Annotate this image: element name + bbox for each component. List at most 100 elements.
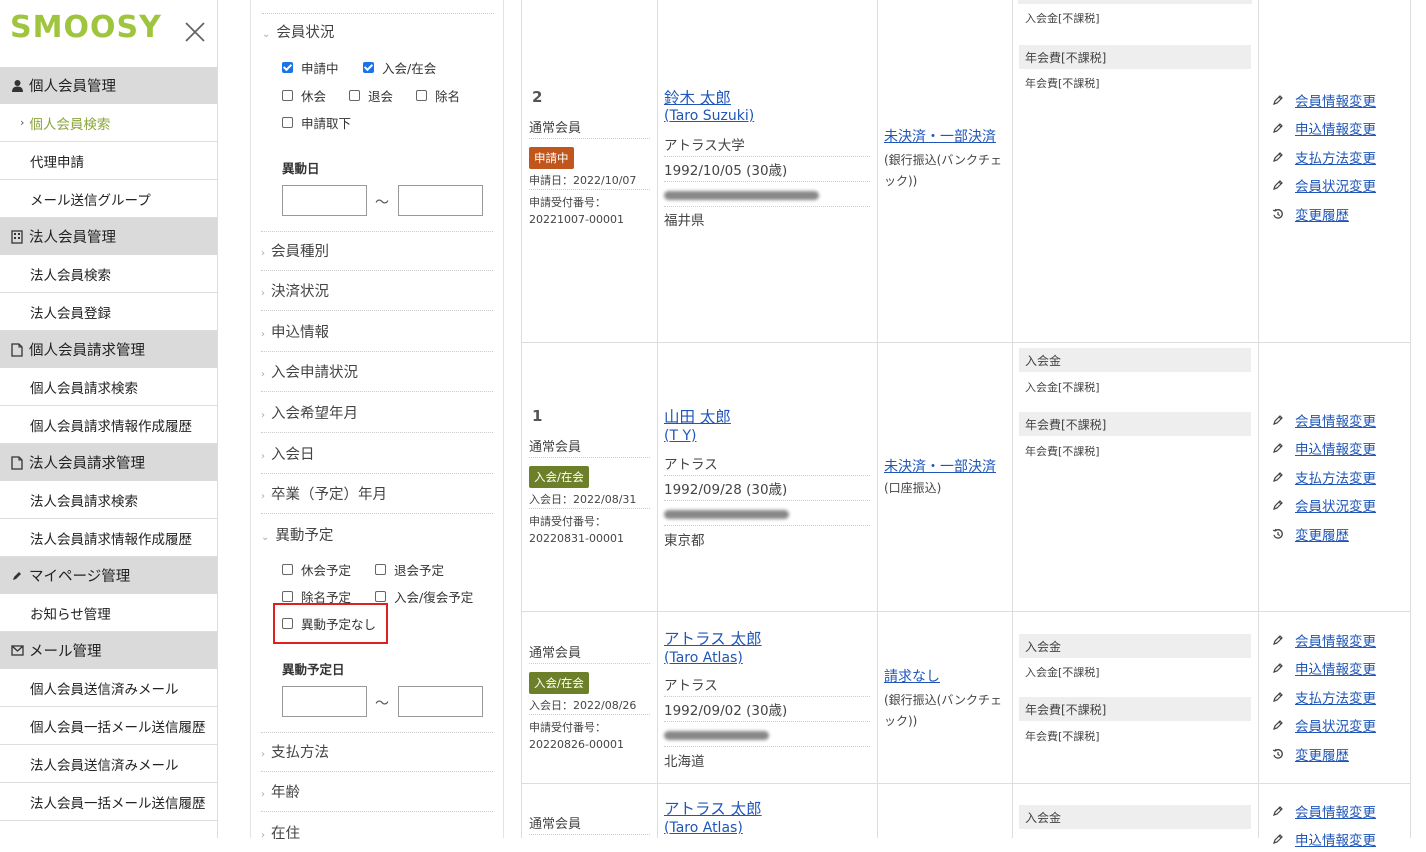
fee-box-top xyxy=(1018,0,1252,4)
edit-application-link[interactable]: 申込情報変更 xyxy=(1270,658,1376,678)
status-checkbox-applying[interactable]: 申請中 xyxy=(282,58,339,77)
edit-application-link[interactable]: 申込情報変更 xyxy=(1270,829,1376,849)
sidebar-item-corp-register[interactable]: 法人会員登録 xyxy=(0,293,217,331)
sidebar-item-news[interactable]: お知らせ管理 xyxy=(0,594,217,632)
filter-member-type[interactable]: › 会員種別 xyxy=(261,240,493,271)
filter-payment-method[interactable]: › 支払方法 xyxy=(261,741,493,772)
change-history-link[interactable]: 変更履歴 xyxy=(1270,524,1349,544)
edit-payment-method-link[interactable]: 支払方法変更 xyxy=(1270,687,1376,707)
status-checkbox-expelled[interactable]: 除名 xyxy=(416,86,460,105)
sidebar-item-personal-sent-mail[interactable]: 個人会員送信済みメール xyxy=(0,669,217,707)
payment-method: (口座振込) xyxy=(884,481,942,495)
member-name-link[interactable]: 山田 太郎 xyxy=(664,405,731,427)
sidebar-section-personal-billing[interactable]: 個人会員請求管理 xyxy=(0,331,217,368)
edit-member-status-link[interactable]: 会員状況変更 xyxy=(1270,715,1376,735)
change-date-to-input[interactable] xyxy=(398,185,483,216)
edit-application-link[interactable]: 申込情報変更 xyxy=(1270,118,1376,138)
status-checkbox-cancelled[interactable]: 申請取下 xyxy=(282,113,351,132)
chevron-down-icon: ⌄ xyxy=(262,29,271,40)
checkbox[interactable] xyxy=(375,564,386,575)
checkbox[interactable] xyxy=(349,90,360,101)
sidebar-section-mail[interactable]: メール管理 xyxy=(0,632,217,669)
checkbox[interactable] xyxy=(363,62,374,73)
member-reading-link[interactable]: (T Y) xyxy=(664,428,696,444)
status-checkbox-withdraw[interactable]: 退会 xyxy=(349,86,393,105)
payment-status-link[interactable]: 未決済・一部決済 xyxy=(884,456,996,476)
sidebar-item-mail-group[interactable]: メール送信グループ xyxy=(0,180,217,218)
sidebar-section-personal[interactable]: 個人会員管理 xyxy=(0,67,217,104)
filter-graduation[interactable]: › 卒業（予定）年月 xyxy=(261,483,493,514)
birthdate: 1992/09/02 (30歳) xyxy=(664,699,870,722)
filter-age[interactable]: › 年齢 xyxy=(261,781,493,812)
filter-admission-status[interactable]: › 入会申請状況 xyxy=(261,361,493,392)
sidebar-section-corporate[interactable]: 法人会員管理 xyxy=(0,218,217,255)
sidebar-item-personal-search[interactable]: › 個人会員検索 xyxy=(0,104,217,142)
edit-payment-method-link[interactable]: 支払方法変更 xyxy=(1270,147,1376,167)
checkbox[interactable] xyxy=(416,90,427,101)
sidebar-item-corp-search[interactable]: 法人会員検索 xyxy=(0,255,217,293)
edit-member-info-link[interactable]: 会員情報変更 xyxy=(1270,410,1376,430)
edit-member-info-link[interactable]: 会員情報変更 xyxy=(1270,630,1376,650)
sidebar-item-personal-bulk-mail[interactable]: 個人会員一括メール送信履歴 xyxy=(0,707,217,745)
member-reading-link[interactable]: (Taro Atlas) xyxy=(664,650,743,666)
change-history-link[interactable]: 変更履歴 xyxy=(1270,744,1349,764)
planned-checkbox-withdraw[interactable]: 退会予定 xyxy=(375,560,444,579)
checkbox[interactable] xyxy=(375,591,386,602)
sidebar-item-corp-bill-history[interactable]: 法人会員請求情報作成履歴 xyxy=(0,519,217,557)
sidebar-item-proxy[interactable]: 代理申請 xyxy=(0,142,217,180)
sidebar-item-corp-bulk-mail[interactable]: 法人会員一括メール送信履歴 xyxy=(0,783,217,821)
status-checkbox-member[interactable]: 入会/在会 xyxy=(363,58,436,77)
sidebar-item-corp-sent-mail[interactable]: 法人会員送信済みメール xyxy=(0,745,217,783)
filter-payment-status[interactable]: › 決済状況 xyxy=(261,280,493,311)
member-type: 通常会員 xyxy=(529,642,650,664)
sidebar-item-personal-bill-history[interactable]: 個人会員請求情報作成履歴 xyxy=(0,406,217,444)
edit-member-info-link[interactable]: 会員情報変更 xyxy=(1270,90,1376,110)
edit-payment-method-link[interactable]: 支払方法変更 xyxy=(1270,467,1376,487)
sidebar-item-corp-bill-search[interactable]: 法人会員請求検索 xyxy=(0,481,217,519)
action-label: 会員情報変更 xyxy=(1295,414,1376,430)
checkbox[interactable] xyxy=(282,117,293,128)
payment-status-link[interactable]: 未決済・一部決済 xyxy=(884,126,996,146)
sidebar-item-personal-bill-search[interactable]: 個人会員請求検索 xyxy=(0,368,217,406)
filter-desired-month[interactable]: › 入会希望年月 xyxy=(261,402,493,433)
planned-checkbox-leave[interactable]: 休会予定 xyxy=(282,560,351,579)
close-icon[interactable] xyxy=(184,19,206,45)
member-name-link[interactable]: アトラス 太郎 xyxy=(664,797,762,819)
edit-application-link[interactable]: 申込情報変更 xyxy=(1270,438,1376,458)
change-history-link[interactable]: 変更履歴 xyxy=(1270,204,1349,224)
filter-residence[interactable]: › 在住 xyxy=(261,822,493,852)
divider xyxy=(261,732,493,733)
history-icon xyxy=(1270,748,1286,760)
member-name-link[interactable]: 鈴木 太郎 xyxy=(664,86,731,108)
planned-checkbox-rejoin[interactable]: 入会/復会予定 xyxy=(375,587,473,606)
planned-date-from-input[interactable] xyxy=(282,686,367,717)
chevron-down-icon: ⌄ xyxy=(261,532,270,543)
member-type: 通常会員 xyxy=(529,813,650,835)
member-reading-link[interactable]: (Taro Suzuki) xyxy=(664,108,754,124)
member-type: 通常会員 xyxy=(529,436,650,458)
action-label: 支払方法変更 xyxy=(1295,150,1376,167)
filter-application-info[interactable]: › 申込情報 xyxy=(261,321,493,352)
edit-member-status-link[interactable]: 会員状況変更 xyxy=(1270,175,1376,195)
change-date-from-input[interactable] xyxy=(282,185,367,216)
member-name-link[interactable]: アトラス 太郎 xyxy=(664,627,762,649)
checkbox[interactable] xyxy=(282,564,293,575)
logo[interactable]: SMOOSY xyxy=(0,0,217,67)
row-divider xyxy=(521,611,1411,612)
member-reading-link[interactable]: (Taro Atlas) xyxy=(664,820,743,836)
checkbox[interactable] xyxy=(282,62,293,73)
edit-member-info-link[interactable]: 会員情報変更 xyxy=(1270,801,1376,821)
receipt-number: 20221007-00001 xyxy=(529,213,624,226)
status-badge: 入会/在会 xyxy=(529,672,589,694)
payment-status-link[interactable]: 請求なし xyxy=(884,666,940,686)
action-label: 会員状況変更 xyxy=(1295,179,1376,196)
status-checkbox-leave[interactable]: 休会 xyxy=(282,86,326,105)
edit-member-status-link[interactable]: 会員状況変更 xyxy=(1270,495,1376,515)
checkbox[interactable] xyxy=(282,591,293,602)
fee-box: 入会金 xyxy=(1019,805,1251,829)
sidebar-section-mypage[interactable]: マイページ管理 xyxy=(0,557,217,594)
sidebar-section-corp-billing[interactable]: 法人会員請求管理 xyxy=(0,444,217,481)
checkbox[interactable] xyxy=(282,90,293,101)
filter-admission-date[interactable]: › 入会日 xyxy=(261,443,493,474)
planned-date-to-input[interactable] xyxy=(398,686,483,717)
